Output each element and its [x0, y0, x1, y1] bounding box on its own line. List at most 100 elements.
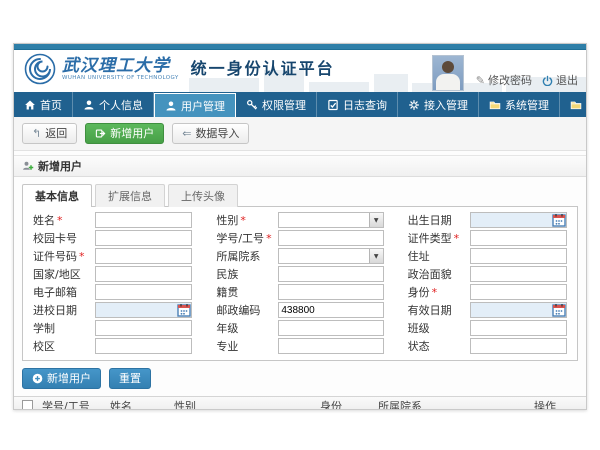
schooling-length-field[interactable]	[95, 320, 192, 336]
id-number-field[interactable]	[95, 248, 192, 264]
form-field-grade: 年级	[216, 320, 383, 336]
ethnicity-field[interactable]	[278, 266, 383, 282]
power-icon	[542, 75, 553, 86]
nav-item-access-mgmt[interactable]: 接入管理	[398, 92, 479, 117]
nav-item-log-query[interactable]: 日志查询	[317, 92, 398, 117]
log-icon	[327, 99, 339, 111]
add-user-toolbar-button[interactable]: 新增用户	[85, 123, 164, 144]
calendar-icon[interactable]	[552, 213, 566, 227]
user-icon	[165, 100, 177, 112]
avatar[interactable]	[432, 55, 464, 91]
form-field-department: 所属院系▼	[216, 248, 383, 264]
campus-field[interactable]	[95, 338, 192, 354]
email-field[interactable]	[95, 284, 192, 300]
political-status-field[interactable]	[470, 266, 567, 282]
data-import-button[interactable]: ⇐ 数据导入	[172, 123, 249, 144]
user-add-small-icon	[22, 160, 34, 172]
nav-item-label: 个人信息	[99, 97, 143, 113]
address-field[interactable]	[470, 248, 567, 264]
field-label: 校区	[33, 338, 95, 354]
change-password-link[interactable]: ✎ 修改密码	[476, 72, 532, 88]
tab-upload-avatar[interactable]: 上传头像	[168, 184, 238, 207]
nav-menu: 首页 个人信息 用户管理权限管理日志查询接入管理系统管理 订阅管理	[14, 92, 586, 117]
required-asterisk: *	[432, 286, 438, 299]
country-field[interactable]	[95, 266, 192, 282]
home-icon	[24, 99, 36, 111]
form-field-address: 住址	[408, 248, 567, 264]
main-content: ↰ 返回 新增用户 ⇐ 数据导入 新增用户	[14, 117, 586, 409]
form-field-campus-card: 校园卡号	[33, 230, 192, 246]
table-column-header: 学号/工号	[40, 398, 108, 410]
name-field[interactable]	[95, 212, 192, 228]
student-id-field[interactable]	[278, 230, 383, 246]
chevron-down-icon[interactable]: ▼	[369, 249, 383, 263]
tab-extended-info[interactable]: 扩展信息	[95, 184, 165, 207]
identity-field[interactable]	[470, 284, 567, 300]
table-column-header: 操作	[532, 398, 586, 410]
field-label: 年级	[216, 320, 278, 336]
nav-item-user-mgmt[interactable]: 用户管理	[154, 93, 236, 117]
form-field-campus: 校区	[33, 338, 192, 354]
form-field-postal-code: 邮政编码	[216, 302, 383, 318]
form-field-enroll-date: 进校日期	[33, 302, 192, 318]
major-field[interactable]	[278, 338, 383, 354]
toolbar: ↰ 返回 新增用户 ⇐ 数据导入	[14, 117, 586, 151]
reset-button[interactable]: 重置	[109, 368, 151, 389]
form-field-birth-date: 出生日期	[408, 212, 567, 228]
nav-item-label: 订阅管理	[586, 97, 587, 113]
field-label: 籍贯	[216, 284, 278, 300]
calendar-icon[interactable]	[177, 303, 191, 317]
status-field[interactable]	[470, 338, 567, 354]
table-column-header: 性别	[172, 398, 318, 410]
grade-field[interactable]	[278, 320, 383, 336]
avatar-shirt	[436, 74, 460, 90]
native-place-field[interactable]	[278, 284, 383, 300]
nav-item-perm-mgmt[interactable]: 权限管理	[236, 92, 317, 117]
university-logo-icon	[24, 53, 56, 85]
nav-item-label: 用户管理	[181, 98, 225, 114]
tab-basic-info[interactable]: 基本信息	[22, 184, 92, 207]
form-field-ethnicity: 民族	[216, 266, 383, 282]
form-field-identity: 身份*	[408, 284, 567, 300]
required-asterisk: *	[240, 214, 246, 227]
brand: 武汉理工大学 WUHAN UNIVERSITY OF TECHNOLOGY 统一…	[24, 53, 335, 85]
form-field-native-place: 籍贯	[216, 284, 383, 300]
field-label: 国家/地区	[33, 266, 95, 282]
nav-item-system-mgmt[interactable]: 系统管理	[479, 92, 560, 117]
nav-item-profile[interactable]: 个人信息	[73, 92, 154, 117]
app-window: 武汉理工大学 WUHAN UNIVERSITY OF TECHNOLOGY 统一…	[13, 43, 587, 410]
form-field-country: 国家/地区	[33, 266, 192, 282]
nav-item-home[interactable]: 首页	[14, 92, 73, 117]
avatar-head	[442, 61, 454, 73]
back-button[interactable]: ↰ 返回	[22, 123, 77, 144]
form-field-political-status: 政治面貌	[408, 266, 567, 282]
nav-item-subscribe-mgmt[interactable]: 订阅管理	[560, 92, 587, 117]
field-label: 姓名*	[33, 212, 95, 228]
pencil-icon: ✎	[476, 74, 485, 87]
form-field-major: 专业	[216, 338, 383, 354]
calendar-icon[interactable]	[552, 303, 566, 317]
chevron-down-icon[interactable]: ▼	[369, 213, 383, 227]
form-field-id-number: 证件号码*	[33, 248, 192, 264]
select-all-checkbox[interactable]	[22, 400, 33, 409]
logout-link[interactable]: 退出	[542, 72, 578, 88]
page: 武汉理工大学 WUHAN UNIVERSITY OF TECHNOLOGY 统一…	[0, 0, 600, 450]
field-label: 证件类型*	[408, 230, 470, 246]
university-name-block: 武汉理工大学 WUHAN UNIVERSITY OF TECHNOLOGY	[62, 57, 179, 81]
field-label: 学号/工号*	[216, 230, 278, 246]
add-user-submit-button[interactable]: 新增用户	[22, 368, 101, 389]
university-name: 武汉理工大学	[62, 57, 179, 75]
form-field-email: 电子邮箱	[33, 284, 192, 300]
back-arrow-icon: ↰	[32, 127, 41, 140]
class-field[interactable]	[470, 320, 567, 336]
id-type-field[interactable]	[470, 230, 567, 246]
folder-icon	[570, 99, 582, 111]
campus-card-field[interactable]	[95, 230, 192, 246]
field-label: 住址	[408, 248, 470, 264]
field-label: 邮政编码	[216, 302, 278, 318]
required-asterisk: *	[454, 232, 460, 245]
section-title: 新增用户	[38, 158, 82, 174]
postal-code-field[interactable]	[278, 302, 383, 318]
field-label: 性别*	[216, 212, 278, 228]
key-icon	[246, 99, 258, 111]
